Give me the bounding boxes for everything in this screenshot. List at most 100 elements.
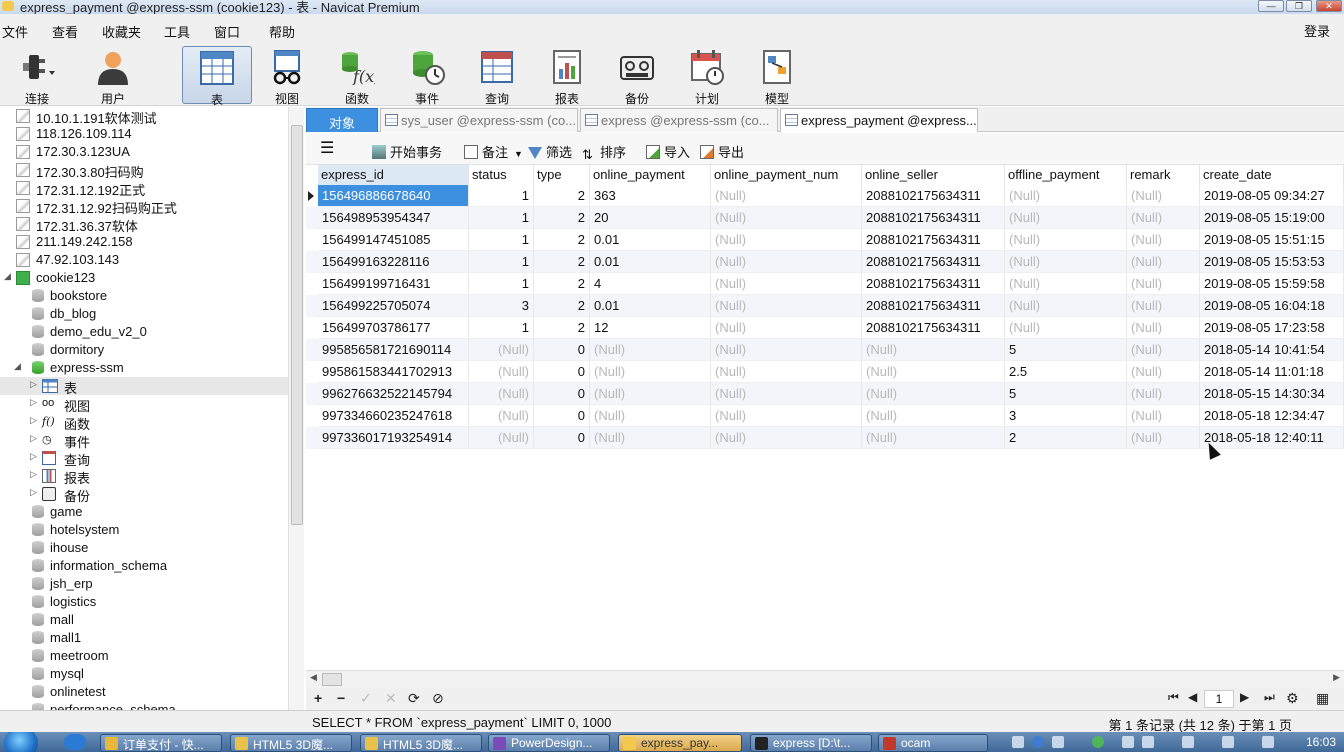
table-button[interactable]: 表	[182, 46, 252, 107]
table-cell[interactable]: 156499225705074	[318, 295, 469, 317]
table-cell[interactable]: 2088102175634311	[862, 251, 1005, 273]
table-cell[interactable]: (Null)	[862, 361, 1005, 383]
tree-database[interactable]: mall	[0, 611, 288, 629]
expand-arrow-icon[interactable]: ▷	[30, 415, 40, 426]
menu-window[interactable]: 窗口	[214, 22, 240, 41]
taskbar-item[interactable]: express [D:\t...	[750, 734, 872, 752]
table-cell[interactable]: (Null)	[1127, 295, 1200, 317]
last-page-button[interactable]: ⏭	[1264, 690, 1275, 705]
start-button-icon[interactable]	[4, 732, 38, 752]
table-cell[interactable]: (Null)	[711, 383, 862, 405]
tree-database[interactable]: meetroom	[0, 647, 288, 665]
tree-node-views[interactable]: ▷ oo 视图	[0, 395, 288, 414]
table-cell[interactable]: (Null)	[711, 251, 862, 273]
table-cell[interactable]: 2018-05-18 12:34:47	[1200, 405, 1344, 427]
table-cell[interactable]: 996276632522145794	[318, 383, 469, 405]
expand-arrow-icon[interactable]: ▷	[30, 433, 40, 444]
table-row[interactable]: 156499703786177 1 2 12 (Null) 208810217563431…	[306, 317, 1344, 339]
table-cell[interactable]: 2088102175634311	[862, 317, 1005, 339]
table-cell[interactable]: (Null)	[1127, 251, 1200, 273]
grid-horizontal-scrollbar[interactable]: ◀ ▶	[306, 670, 1344, 688]
table-cell[interactable]: (Null)	[1005, 295, 1127, 317]
table-cell[interactable]: 2019-08-05 09:34:27	[1200, 185, 1344, 207]
tray-wechat-icon[interactable]	[1092, 736, 1104, 748]
table-cell[interactable]: 156496886678640	[318, 185, 469, 207]
table-cell[interactable]: (Null)	[590, 383, 711, 405]
tree-node-events[interactable]: ▷ ◷ 事件	[0, 431, 288, 450]
tab-objects[interactable]: 对象	[306, 108, 378, 132]
table-cell[interactable]: (Null)	[590, 339, 711, 361]
sidebar-scrollbar[interactable]	[288, 107, 304, 710]
data-grid[interactable]: express_id status type online_payment online…	[306, 165, 1344, 670]
sort-button[interactable]: ⇅ 排序	[582, 142, 626, 162]
taskbar-item[interactable]: HTML5 3D魔...	[360, 734, 482, 752]
tree-database[interactable]: game	[0, 503, 288, 521]
table-cell[interactable]: (Null)	[1005, 229, 1127, 251]
table-cell[interactable]: 2088102175634311	[862, 229, 1005, 251]
table-cell[interactable]: (Null)	[711, 339, 862, 361]
tree-node-tables[interactable]: ▷ 表	[0, 377, 288, 396]
tree-database[interactable]: performance_schema	[0, 701, 288, 710]
table-cell[interactable]: 4	[590, 273, 711, 295]
taskbar-item[interactable]: HTML5 3D魔...	[230, 734, 352, 752]
table-row[interactable]: 156498953954347 1 2 20 (Null) 208810217563431…	[306, 207, 1344, 229]
table-cell[interactable]: 0	[534, 427, 590, 449]
tree-node-backups[interactable]: ▷ 备份	[0, 485, 288, 504]
tree-database[interactable]: dormitory	[0, 341, 288, 359]
import-button[interactable]: 导入	[646, 142, 690, 161]
tree-database[interactable]: logistics	[0, 593, 288, 611]
table-cell[interactable]: 2	[534, 273, 590, 295]
table-cell[interactable]: (Null)	[590, 427, 711, 449]
connect-button[interactable]: 连接	[2, 46, 72, 106]
begin-transaction-button[interactable]: 开始事务	[372, 142, 442, 161]
table-cell[interactable]: 20	[590, 207, 711, 229]
taskbar-item[interactable]: 订单支付 - 快...	[100, 734, 222, 752]
table-cell[interactable]: (Null)	[862, 427, 1005, 449]
grid-view-icon[interactable]: ▦	[1316, 690, 1329, 707]
tree-connection[interactable]: 172.30.3.123UA	[0, 143, 288, 161]
table-cell[interactable]: 2019-08-05 15:53:53	[1200, 251, 1344, 273]
table-row[interactable]: 156499147451085 1 2 0.01 (Null) 2088102175634…	[306, 229, 1344, 251]
tree-connection[interactable]: 172.30.3.80扫码购	[0, 161, 288, 180]
expand-arrow-icon[interactable]: ▷	[30, 397, 40, 408]
tree-database[interactable]: mysql	[0, 665, 288, 683]
table-cell[interactable]: 997334660235247618	[318, 405, 469, 427]
table-cell[interactable]: 995861583441702913	[318, 361, 469, 383]
table-cell[interactable]: 995856581721690114	[318, 339, 469, 361]
table-cell[interactable]: (Null)	[1127, 405, 1200, 427]
tree-database[interactable]: information_schema	[0, 557, 288, 575]
tray-volume-icon[interactable]	[1262, 736, 1274, 748]
add-record-button[interactable]: +	[314, 690, 322, 706]
table-cell[interactable]: (Null)	[1127, 273, 1200, 295]
table-cell[interactable]: 0	[534, 361, 590, 383]
taskbar-item[interactable]: ocam	[878, 734, 988, 752]
table-cell[interactable]: 2.5	[1005, 361, 1127, 383]
table-cell[interactable]: 156498953954347	[318, 207, 469, 229]
tree-connection[interactable]: 47.92.103.143	[0, 251, 288, 269]
tree-database[interactable]: db_blog	[0, 305, 288, 323]
table-cell[interactable]: (Null)	[1127, 361, 1200, 383]
tray-keyboard-icon[interactable]	[1012, 736, 1024, 748]
column-header-status[interactable]: status	[469, 165, 534, 187]
table-cell[interactable]: (Null)	[711, 295, 862, 317]
column-header-type[interactable]: type	[534, 165, 590, 187]
table-cell[interactable]: 0.01	[590, 229, 711, 251]
table-cell[interactable]: (Null)	[1005, 273, 1127, 295]
table-cell[interactable]: 0	[534, 405, 590, 427]
menu-tools[interactable]: 工具	[164, 22, 190, 41]
expand-arrow-icon[interactable]: ▷	[30, 469, 40, 480]
table-cell[interactable]: (Null)	[469, 405, 534, 427]
scroll-left-icon[interactable]: ◀	[310, 672, 317, 683]
table-cell[interactable]: (Null)	[1127, 383, 1200, 405]
table-cell[interactable]: 1	[469, 251, 534, 273]
table-cell[interactable]: (Null)	[1127, 229, 1200, 251]
tray-help-icon[interactable]	[1032, 736, 1044, 748]
table-row[interactable]: 156496886678640 1 2 363 (Null) 20881021756343…	[306, 185, 1344, 207]
table-cell[interactable]: 156499199716431	[318, 273, 469, 295]
table-cell[interactable]: (Null)	[469, 361, 534, 383]
table-row[interactable]: 995856581721690114 (Null) 0 (Null) (Null) (Nu…	[306, 339, 1344, 361]
tree-database[interactable]: ihouse	[0, 539, 288, 557]
table-cell[interactable]: (Null)	[711, 361, 862, 383]
table-cell[interactable]: (Null)	[1005, 185, 1127, 207]
table-cell[interactable]: (Null)	[1127, 185, 1200, 207]
